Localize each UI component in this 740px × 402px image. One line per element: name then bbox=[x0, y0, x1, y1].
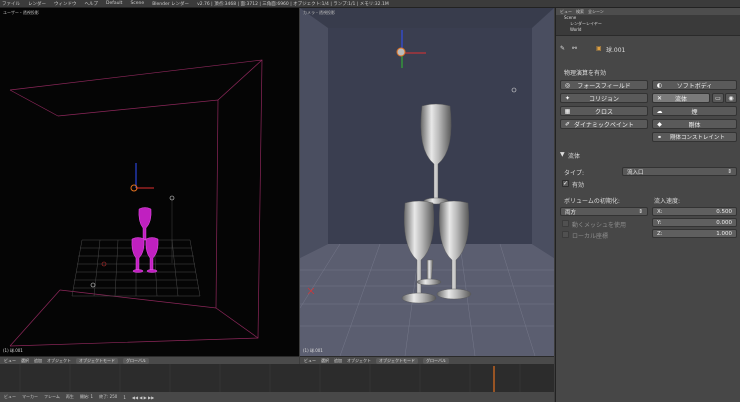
outliner-item-world[interactable]: World bbox=[556, 27, 740, 33]
outliner[interactable]: ビュー 検索 全シーン Scene レンダーレイヤー World bbox=[556, 8, 740, 36]
force-field-button[interactable]: ◎ フォースフィールド bbox=[560, 80, 648, 90]
collapse-triangle-icon: ▼ bbox=[560, 151, 565, 158]
right-viewport-header: ビュー 選択 追加 オブジェクト オブジェクトモード グローバル bbox=[300, 356, 554, 364]
header-select-menu[interactable]: 選択 bbox=[321, 358, 329, 364]
header-select-menu[interactable]: 選択 bbox=[21, 358, 29, 364]
scene-stats: v2.76 | 頂点:3468 | 面:3712 | 三角面:6960 | オブ… bbox=[197, 1, 389, 7]
brush-icon: ✐ bbox=[564, 121, 571, 128]
smoke-icon: ☁ bbox=[656, 108, 663, 115]
playback-controls[interactable]: ◀◀ ◀ ▶ ▶▶ bbox=[132, 395, 154, 400]
pivot-orientation-select[interactable]: グローバル bbox=[423, 357, 449, 364]
screen-layout-select[interactable]: Default bbox=[106, 1, 122, 6]
pivot-orientation-select[interactable]: グローバル bbox=[123, 357, 149, 364]
menu-file[interactable]: ファイル bbox=[2, 1, 20, 7]
velocity-y-field[interactable]: Y: 0.000 bbox=[652, 218, 737, 227]
header-object-menu[interactable]: オブジェクト bbox=[347, 358, 371, 364]
collision-button[interactable]: ✦ コリジョン bbox=[560, 93, 648, 103]
cloth-button[interactable]: ▦ クロス bbox=[560, 106, 648, 116]
start-frame-field[interactable]: 開始: 1 bbox=[80, 394, 93, 400]
timeline-playback-menu[interactable]: 再生 bbox=[66, 394, 74, 400]
object-icon: ▣ bbox=[596, 45, 602, 52]
link-icon: ⚭ bbox=[656, 134, 663, 141]
timeline-frame-menu[interactable]: フレーム bbox=[44, 394, 60, 400]
volume-init-select[interactable]: 両方 ⇕ bbox=[560, 207, 648, 216]
soft-body-icon: ◐ bbox=[656, 82, 663, 89]
rigid-body-button[interactable]: ◆ 剛体 bbox=[652, 119, 737, 129]
timeline-header: ビュー マーカー フレーム 再生 開始: 1 終了: 250 1 ◀◀ ◀ ▶ … bbox=[0, 392, 554, 402]
mode-select[interactable]: オブジェクトモード bbox=[76, 357, 118, 364]
timeline-view-menu[interactable]: ビュー bbox=[4, 394, 16, 400]
object-name: 球.001 bbox=[606, 47, 626, 54]
velocity-z-field[interactable]: Z: 1.000 bbox=[652, 229, 737, 238]
timeline-marker-menu[interactable]: マーカー bbox=[22, 394, 38, 400]
left-viewport-object-label: (1) 球.001 bbox=[3, 348, 23, 353]
header-view-menu[interactable]: ビュー bbox=[304, 358, 316, 364]
physics-enable-title: 物理演算を有効 bbox=[564, 70, 607, 77]
fluid-type-select[interactable]: 流入口 ⇕ bbox=[622, 167, 737, 176]
updown-arrow-icon: ⇕ bbox=[638, 208, 643, 215]
outliner-view-menu[interactable]: ビュー bbox=[560, 9, 572, 15]
mode-select[interactable]: オブジェクトモード bbox=[376, 357, 418, 364]
fluid-section-title: 流体 bbox=[568, 153, 581, 160]
cloth-icon: ▦ bbox=[564, 108, 571, 115]
scene-select[interactable]: Scene bbox=[130, 1, 144, 6]
left-viewport-scene bbox=[9, 59, 263, 347]
render-toggle[interactable]: ▭ bbox=[712, 93, 724, 103]
menu-render[interactable]: レンダー bbox=[28, 1, 46, 7]
header-add-menu[interactable]: 追加 bbox=[334, 358, 342, 364]
smoke-button[interactable]: ☁ 煙 bbox=[652, 106, 737, 116]
scene-icon: ⚯ bbox=[572, 45, 578, 52]
header-object-menu[interactable]: オブジェクト bbox=[47, 358, 71, 364]
rigid-body-icon: ◆ bbox=[657, 121, 662, 128]
menu-window[interactable]: ウィンドウ bbox=[54, 1, 77, 7]
timeline-ruler bbox=[19, 364, 521, 392]
visibility-toggle[interactable]: ◉ bbox=[725, 93, 737, 103]
header-add-menu[interactable]: 追加 bbox=[34, 358, 42, 364]
monitor-icon: ▭ bbox=[715, 94, 721, 102]
outliner-display-select[interactable]: 全シーン bbox=[588, 9, 604, 15]
enabled-label: 有効 bbox=[572, 182, 585, 189]
header-view-menu[interactable]: ビュー bbox=[4, 358, 16, 364]
eye-icon: ◉ bbox=[728, 94, 734, 102]
animated-mesh-checkbox[interactable] bbox=[562, 220, 569, 227]
timeline[interactable] bbox=[0, 364, 554, 392]
force-field-icon: ◎ bbox=[564, 82, 571, 89]
right-3d-viewport[interactable]: カメラ・透視投影 (1) 球.001 bbox=[300, 8, 554, 356]
type-label: タイプ: bbox=[564, 170, 585, 177]
end-frame-field[interactable]: 終了: 250 bbox=[99, 394, 117, 400]
fluid-section-header[interactable]: ▼ 流体 bbox=[556, 150, 740, 160]
volume-init-label: ボリュームの初期化: bbox=[564, 198, 620, 205]
collision-icon: ✦ bbox=[564, 95, 571, 102]
left-3d-viewport[interactable]: ユーザー・透視投影 (1) 球.001 bbox=[0, 8, 299, 356]
right-viewport-label: カメラ・透視投影 bbox=[303, 10, 335, 15]
velocity-x-field[interactable]: X: 0.500 bbox=[652, 207, 737, 216]
object-context-row: ✎ ⚯ ▣ 球.001 bbox=[556, 44, 740, 56]
animated-mesh-label: 動くメッシュを使用 bbox=[572, 222, 627, 229]
fluid-button[interactable]: ✕ 流体 bbox=[652, 93, 710, 103]
close-icon[interactable]: ✕ bbox=[656, 95, 663, 102]
top-menu-bar: ファイル レンダー ウィンドウ ヘルプ Default Scene Blende… bbox=[0, 0, 740, 8]
render-engine-select[interactable]: Blender レンダー bbox=[152, 1, 189, 7]
updown-arrow-icon: ⇕ bbox=[727, 168, 732, 175]
menu-help[interactable]: ヘルプ bbox=[85, 1, 99, 7]
outliner-header: ビュー 検索 全シーン bbox=[556, 8, 740, 15]
current-frame-field[interactable]: 1 bbox=[123, 395, 126, 400]
local-coords-label: ローカル座標 bbox=[572, 233, 609, 240]
left-viewport-header: ビュー 選択 追加 オブジェクト オブジェクトモード グローバル bbox=[0, 356, 299, 364]
dynamic-paint-button[interactable]: ✐ ダイナミックペイント bbox=[560, 119, 648, 129]
pin-icon[interactable]: ✎ bbox=[560, 45, 565, 52]
right-viewport-object-label: (1) 球.001 bbox=[303, 348, 323, 353]
properties-panel: ビュー 検索 全シーン Scene レンダーレイヤー World ✎ ⚯ ▣ 球… bbox=[555, 8, 740, 402]
local-coords-checkbox[interactable] bbox=[562, 231, 569, 238]
enabled-checkbox[interactable]: ✓ bbox=[562, 180, 569, 187]
right-viewport-scene bbox=[300, 8, 554, 356]
inflow-velocity-label: 流入速度: bbox=[654, 198, 681, 205]
rigid-body-constraint-button[interactable]: ⚭ 剛体コンストレイント bbox=[652, 132, 737, 142]
soft-body-button[interactable]: ◐ ソフトボディ bbox=[652, 80, 737, 90]
outliner-search-menu[interactable]: 検索 bbox=[576, 9, 584, 15]
left-viewport-label: ユーザー・透視投影 bbox=[3, 10, 39, 15]
